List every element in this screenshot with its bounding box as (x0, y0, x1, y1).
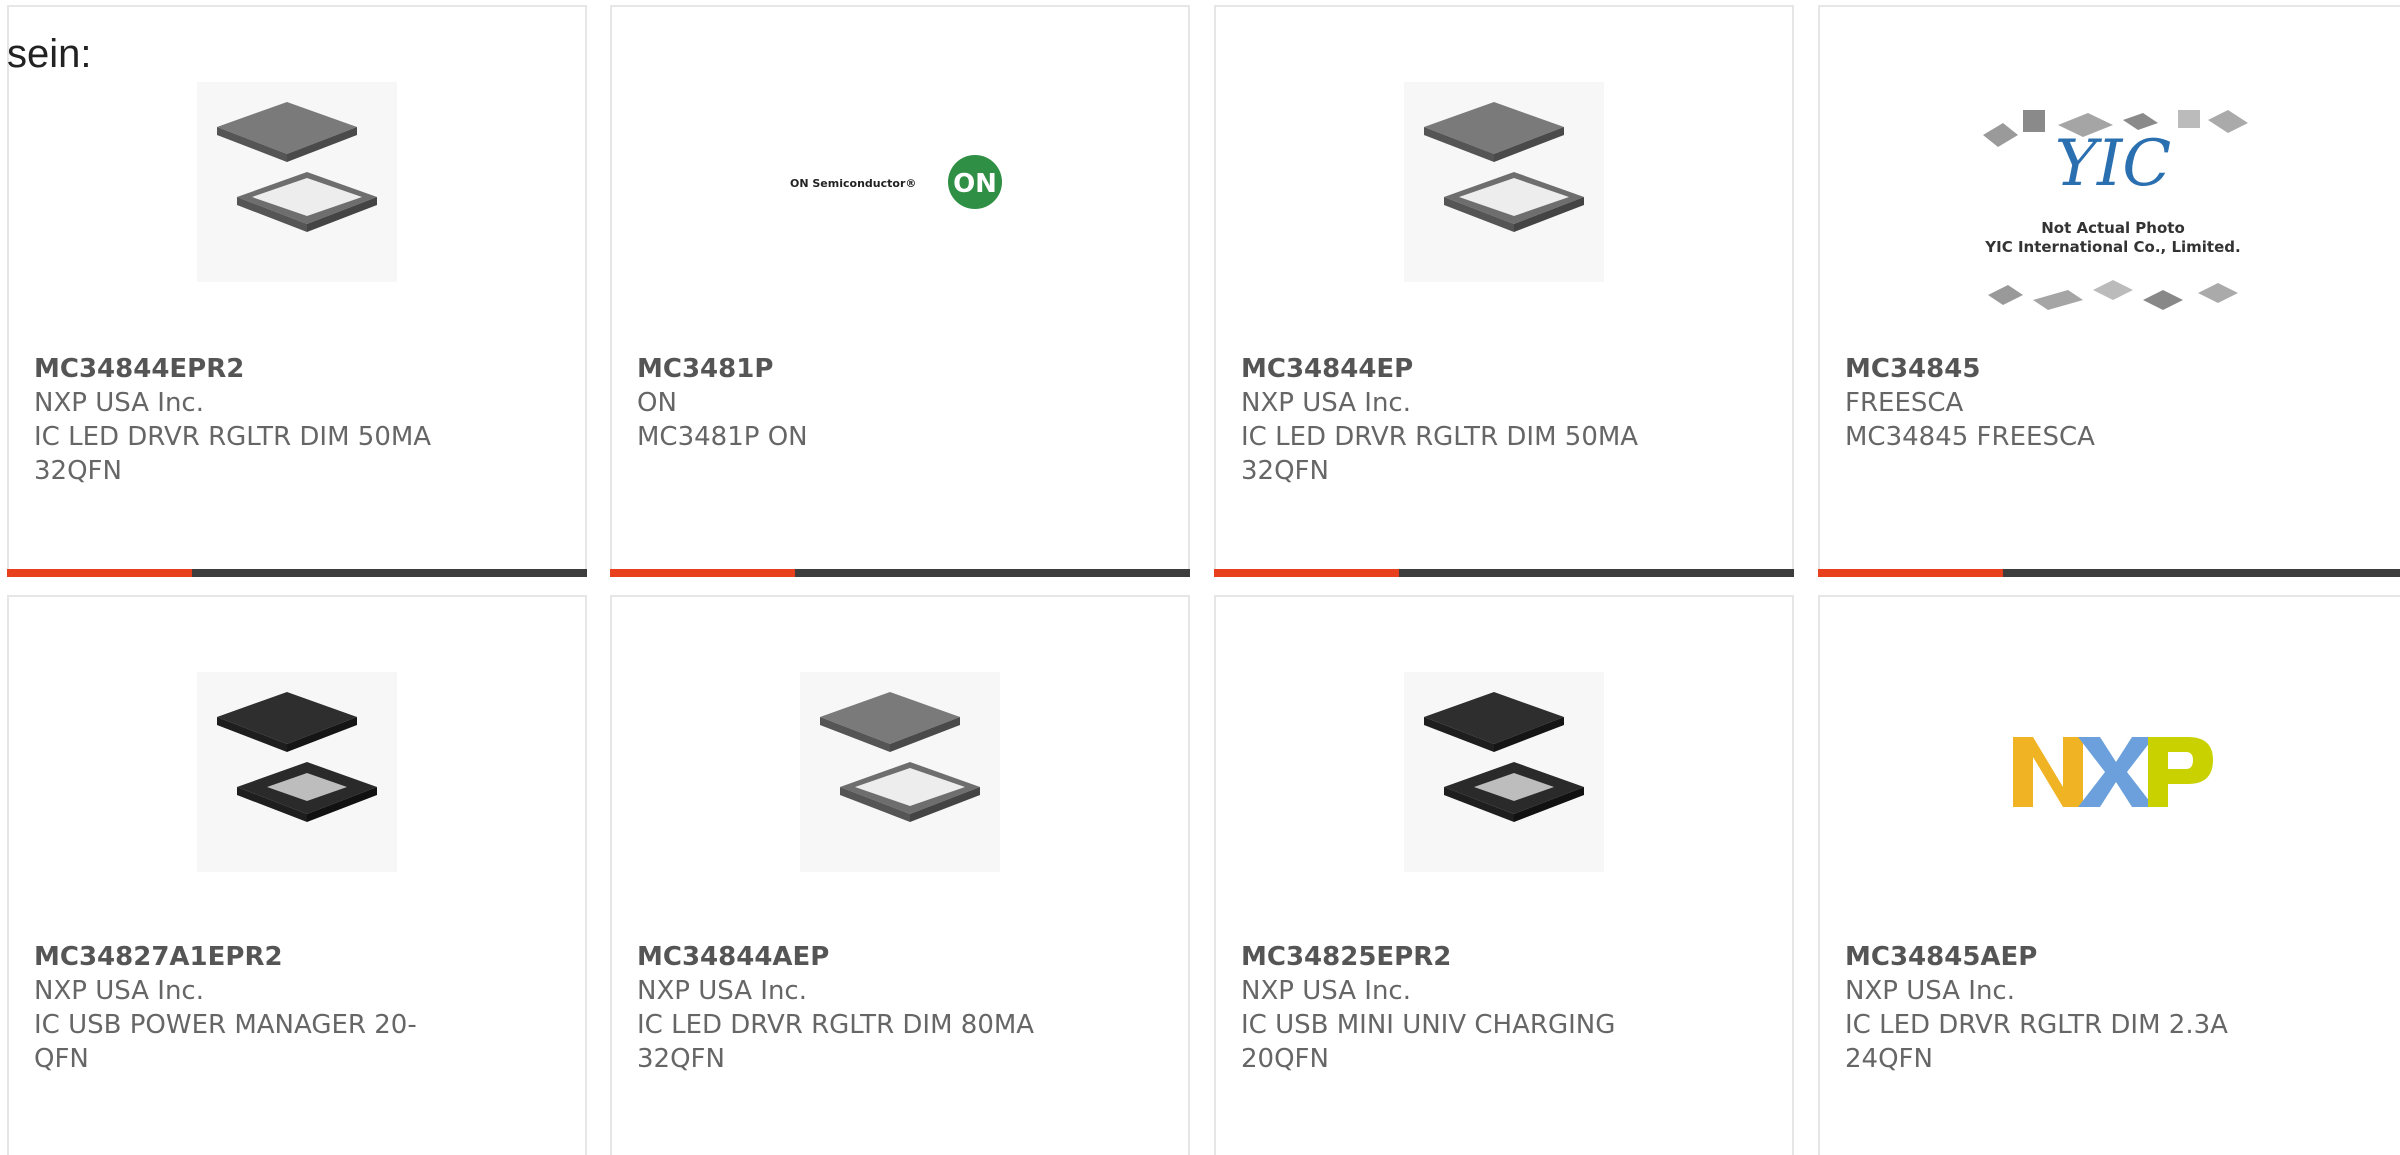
qfn-chip-image (780, 667, 1020, 877)
manufacturer: NXP USA Inc. (637, 976, 807, 1006)
description: MC3481P ON (637, 422, 808, 452)
part-number[interactable]: MC34844EP (1241, 352, 1701, 386)
part-number[interactable]: MC3481P (637, 352, 1097, 386)
description: MC34845 FREESCA (1845, 422, 2095, 452)
manufacturer: FREESCA (1845, 388, 1964, 418)
yic-placeholder-image: YIC Not Actual Photo YIC International C… (1973, 95, 2253, 335)
product-card[interactable]: ON Semiconductor® ON MC3481P ON MC3481P … (610, 5, 1190, 577)
product-info: MC34844AEP NXP USA Inc. IC LED DRVR RGLT… (637, 940, 1097, 1076)
description: IC LED DRVR RGLTR DIM 2.3A 24QFN (1845, 1010, 2228, 1074)
description: IC LED DRVR RGLTR DIM 50MA 32QFN (1241, 422, 1639, 486)
part-number[interactable]: MC34845 (1845, 352, 2305, 386)
product-info: MC3481P ON MC3481P ON (637, 352, 1097, 454)
on-semiconductor-logo: ON Semiconductor® ON (780, 77, 1020, 287)
card-accent-bar (610, 569, 1190, 577)
logo-badge: ON (953, 169, 997, 199)
section-heading: sein: (7, 32, 92, 76)
product-card[interactable]: MC34844EP NXP USA Inc. IC LED DRVR RGLTR… (1214, 5, 1794, 577)
part-number[interactable]: MC34825EPR2 (1241, 940, 1701, 974)
product-card[interactable]: MC34845AEP NXP USA Inc. IC LED DRVR RGLT… (1818, 595, 2400, 1155)
card-accent-bar (1818, 569, 2400, 577)
product-card[interactable]: MC34827A1EPR2 NXP USA Inc. IC USB POWER … (7, 595, 587, 1155)
placeholder-caption: Not Actual Photo (2041, 219, 2185, 237)
product-info: MC34825EPR2 NXP USA Inc. IC USB MINI UNI… (1241, 940, 1701, 1076)
qfn-chip-dark-image (177, 667, 417, 877)
manufacturer: NXP USA Inc. (34, 388, 204, 418)
manufacturer: NXP USA Inc. (1845, 976, 2015, 1006)
part-number[interactable]: MC34845AEP (1845, 940, 2305, 974)
product-info: MC34827A1EPR2 NXP USA Inc. IC USB POWER … (34, 940, 494, 1076)
card-accent-bar (1214, 569, 1794, 577)
svg-text:YIC: YIC (2055, 127, 2172, 201)
qfn-chip-image (1384, 77, 1624, 287)
product-card[interactable]: YIC Not Actual Photo YIC International C… (1818, 5, 2400, 577)
part-number[interactable]: MC34844EPR2 (34, 352, 494, 386)
manufacturer: NXP USA Inc. (1241, 388, 1411, 418)
nxp-logo (1993, 667, 2233, 877)
product-info: MC34845 FREESCA MC34845 FREESCA (1845, 352, 2305, 454)
manufacturer: NXP USA Inc. (34, 976, 204, 1006)
product-grid: MC34844EPR2 NXP USA Inc. IC LED DRVR RGL… (0, 0, 2400, 1155)
product-info: MC34845AEP NXP USA Inc. IC LED DRVR RGLT… (1845, 940, 2305, 1076)
product-info: MC34844EP NXP USA Inc. IC LED DRVR RGLTR… (1241, 352, 1701, 488)
qfn-chip-dark-image (1384, 667, 1624, 877)
description: IC USB POWER MANAGER 20-QFN (34, 1010, 417, 1074)
product-card[interactable]: MC34825EPR2 NXP USA Inc. IC USB MINI UNI… (1214, 595, 1794, 1155)
placeholder-company: YIC International Co., Limited. (1984, 238, 2240, 256)
product-card[interactable]: MC34844EPR2 NXP USA Inc. IC LED DRVR RGL… (7, 5, 587, 577)
product-info: MC34844EPR2 NXP USA Inc. IC LED DRVR RGL… (34, 352, 494, 488)
qfn-chip-image (177, 77, 417, 287)
part-number[interactable]: MC34827A1EPR2 (34, 940, 494, 974)
description: IC LED DRVR RGLTR DIM 80MA 32QFN (637, 1010, 1035, 1074)
description: IC USB MINI UNIV CHARGING 20QFN (1241, 1010, 1616, 1074)
part-number[interactable]: MC34844AEP (637, 940, 1097, 974)
product-card[interactable]: MC34844AEP NXP USA Inc. IC LED DRVR RGLT… (610, 595, 1190, 1155)
description: IC LED DRVR RGLTR DIM 50MA 32QFN (34, 422, 432, 486)
manufacturer: NXP USA Inc. (1241, 976, 1411, 1006)
card-accent-bar (7, 569, 587, 577)
manufacturer: ON (637, 388, 677, 418)
logo-text: ON Semiconductor® (790, 177, 916, 190)
